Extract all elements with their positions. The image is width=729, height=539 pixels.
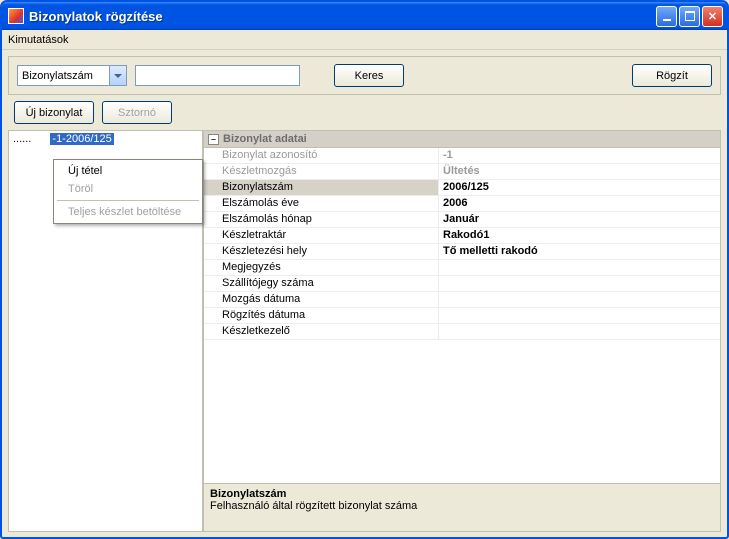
menu-delete: Töröl	[56, 180, 200, 198]
property-row[interactable]: Megjegyzés	[204, 260, 720, 276]
property-value[interactable]: -1	[439, 148, 720, 163]
property-row[interactable]: Bizonylatszám2006/125	[204, 180, 720, 196]
property-value[interactable]	[439, 308, 720, 323]
property-help-text: Felhasználó által rögzített bizonylat sz…	[210, 500, 714, 512]
menubar: Kimutatások	[2, 30, 727, 50]
property-row[interactable]: Készletkezelő	[204, 324, 720, 340]
property-label: Készletraktár	[204, 228, 439, 243]
property-label: Elszámolás hónap	[204, 212, 439, 227]
property-label: Mozgás dátuma	[204, 292, 439, 307]
property-grid[interactable]: Bizonylat azonosító-1KészletmozgásÜlteté…	[204, 148, 720, 340]
property-value[interactable]: Tő melletti rakodó	[439, 244, 720, 259]
property-label: Készletmozgás	[204, 164, 439, 179]
property-label: Elszámolás éve	[204, 196, 439, 211]
filter-combo-value: Bizonylatszám	[18, 70, 109, 82]
collapse-icon[interactable]: –	[208, 134, 219, 145]
chevron-down-icon[interactable]	[109, 66, 126, 85]
app-icon	[8, 8, 24, 24]
search-button[interactable]: Keres	[334, 64, 404, 87]
property-row[interactable]: Szállítójegy száma	[204, 276, 720, 292]
context-menu: Új tétel Töröl Teljes készlet betöltése	[53, 159, 203, 224]
property-value[interactable]	[439, 260, 720, 275]
property-row[interactable]: Elszámolás hónapJanuár	[204, 212, 720, 228]
property-value[interactable]	[439, 324, 720, 339]
window-controls	[656, 6, 723, 27]
save-button[interactable]: Rögzít	[632, 64, 712, 87]
toolbar-2: Új bizonylat Sztornó	[2, 101, 727, 130]
property-value[interactable]: 2006/125	[439, 180, 720, 195]
property-value[interactable]	[439, 292, 720, 307]
property-row[interactable]: KészletraktárRakodó1	[204, 228, 720, 244]
minimize-button[interactable]	[656, 6, 677, 27]
property-grid-fill	[204, 340, 720, 483]
property-pane: – Bizonylat adatai Bizonylat azonosító-1…	[203, 130, 721, 532]
property-label: Rögzítés dátuma	[204, 308, 439, 323]
menu-load-all: Teljes készlet betöltése	[56, 203, 200, 221]
property-row[interactable]: Rögzítés dátuma	[204, 308, 720, 324]
menu-separator	[57, 200, 199, 201]
app-window: Bizonylatok rögzítése Kimutatások Bizony…	[0, 0, 729, 539]
property-value[interactable]: Ültetés	[439, 164, 720, 179]
menu-kimutatasok[interactable]: Kimutatások	[8, 34, 69, 46]
tree-root[interactable]: ...... -1-2006/125	[9, 131, 202, 147]
menu-new-item[interactable]: Új tétel	[56, 162, 200, 180]
property-value[interactable]	[439, 276, 720, 291]
property-value[interactable]: 2006	[439, 196, 720, 211]
storno-button: Sztornó	[102, 101, 172, 124]
property-row[interactable]: Elszámolás éve2006	[204, 196, 720, 212]
property-row[interactable]: Bizonylat azonosító-1	[204, 148, 720, 164]
property-label: Szállítójegy száma	[204, 276, 439, 291]
property-label: Megjegyzés	[204, 260, 439, 275]
property-row[interactable]: Mozgás dátuma	[204, 292, 720, 308]
property-help: Bizonylatszám Felhasználó által rögzítet…	[204, 483, 720, 531]
property-label: Bizonylat azonosító	[204, 148, 439, 163]
split-pane: ...... -1-2006/125 Új tétel Töröl Teljes…	[8, 130, 721, 532]
toolbar: Bizonylatszám Keres Rögzít	[8, 56, 721, 95]
titlebar: Bizonylatok rögzítése	[2, 2, 727, 30]
property-help-title: Bizonylatszám	[210, 488, 714, 500]
tree-pane: ...... -1-2006/125 Új tétel Töröl Teljes…	[8, 130, 203, 532]
property-value[interactable]: Január	[439, 212, 720, 227]
tree-selected-item[interactable]: -1-2006/125	[50, 133, 113, 145]
maximize-button[interactable]	[679, 6, 700, 27]
filter-combo[interactable]: Bizonylatszám	[17, 65, 127, 86]
property-label: Készletezési hely	[204, 244, 439, 259]
close-button[interactable]	[702, 6, 723, 27]
property-value[interactable]: Rakodó1	[439, 228, 720, 243]
filter-input[interactable]	[135, 65, 300, 86]
property-row[interactable]: Készletezési helyTő melletti rakodó	[204, 244, 720, 260]
new-button[interactable]: Új bizonylat	[14, 101, 94, 124]
window-title: Bizonylatok rögzítése	[29, 9, 656, 24]
property-label: Bizonylatszám	[204, 180, 439, 195]
property-label: Készletkezelő	[204, 324, 439, 339]
property-header: – Bizonylat adatai	[204, 131, 720, 148]
property-row[interactable]: KészletmozgásÜltetés	[204, 164, 720, 180]
